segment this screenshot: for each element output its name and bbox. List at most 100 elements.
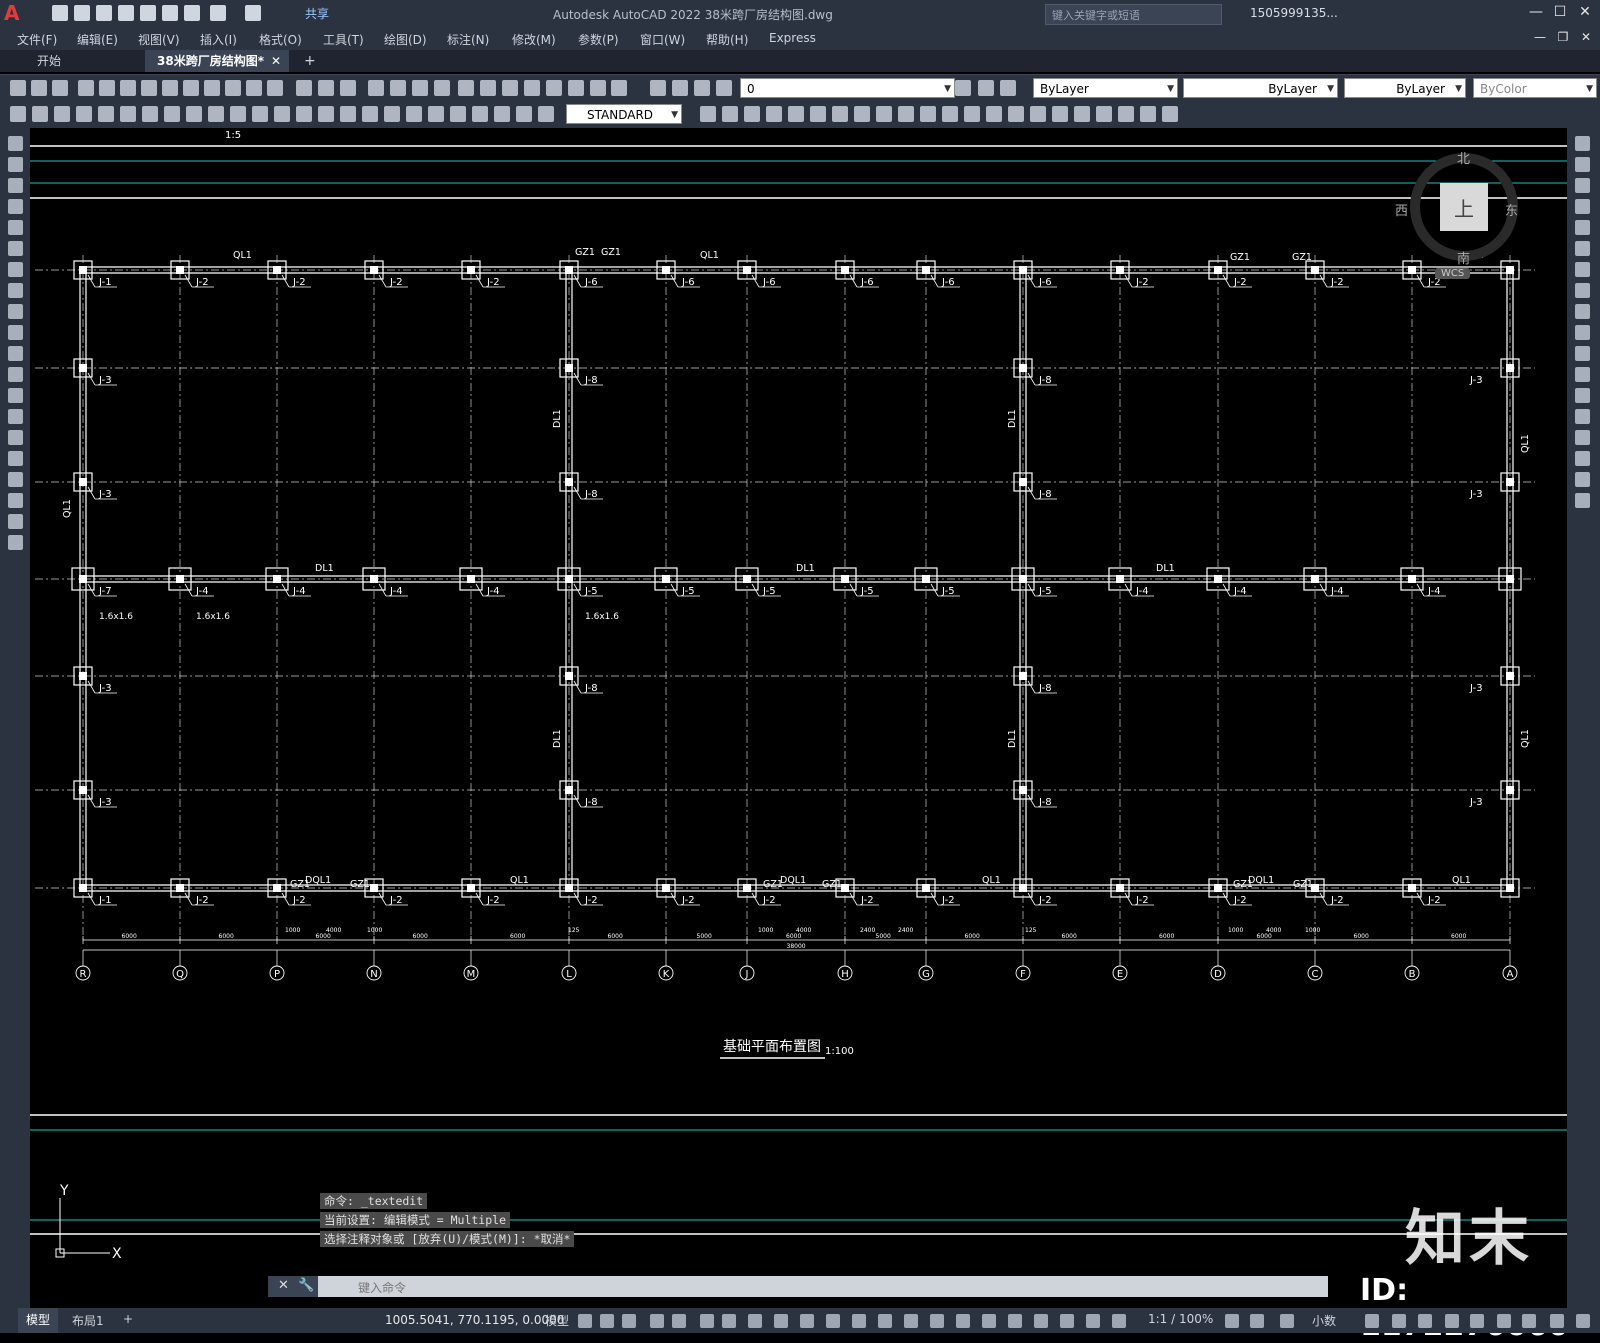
toolbar-tool-icon[interactable] (546, 80, 562, 96)
account-name[interactable]: 1505999135... (1250, 6, 1338, 20)
modify-tool-icon[interactable] (1575, 241, 1590, 256)
open-web-icon[interactable] (140, 5, 156, 21)
menu-express[interactable]: Express (769, 31, 816, 45)
open-file-icon[interactable] (74, 5, 90, 21)
status-toggle-icon[interactable] (1008, 1314, 1022, 1328)
toolbar-tool-icon[interactable] (120, 80, 136, 96)
status-toggle-icon[interactable] (622, 1314, 636, 1328)
save-as-icon[interactable] (118, 5, 134, 21)
viewcube-top-face[interactable]: 上 (1440, 183, 1488, 231)
status-toggle-icon[interactable] (650, 1314, 664, 1328)
dimension-tool-icon[interactable] (340, 106, 356, 122)
status-toggle-icon[interactable] (722, 1314, 736, 1328)
toolbar-tool-icon[interactable] (502, 80, 518, 96)
dimension-tool-icon[interactable] (1140, 106, 1156, 122)
dimension-tool-icon[interactable] (76, 106, 92, 122)
layer-dropdown[interactable]: 0 ▼ (740, 78, 955, 98)
status-toggle-icon[interactable] (1576, 1314, 1590, 1328)
toolbar-tool-icon[interactable] (267, 80, 283, 96)
toolbar-tool-icon[interactable] (246, 80, 262, 96)
draw-tool-icon[interactable] (8, 178, 23, 193)
tab-layout1[interactable]: 布局1 (72, 1312, 104, 1329)
dimension-tool-icon[interactable] (32, 106, 48, 122)
menu-draw[interactable]: 绘图(D) (384, 31, 427, 48)
status-toggle-icon[interactable] (1522, 1314, 1536, 1328)
draw-tool-icon[interactable] (8, 451, 23, 466)
modify-tool-icon[interactable] (1575, 325, 1590, 340)
toolbar-tool-icon[interactable] (694, 80, 710, 96)
minimize-icon[interactable]: — (1526, 4, 1546, 20)
tab-close-icon[interactable]: ✕ (271, 50, 281, 72)
dimension-tool-icon[interactable] (472, 106, 488, 122)
drawing-canvas[interactable]: 1:5 J-1 J-7 J-1 J-2 J-4 J-2 J-2 J-4 J-2 J-2 J-4 J-2… (30, 128, 1569, 1343)
status-toggle-icon[interactable] (852, 1314, 866, 1328)
layer-tool-icon[interactable] (1000, 80, 1016, 96)
dimension-tool-icon[interactable] (700, 106, 716, 122)
new-file-icon[interactable] (52, 5, 68, 21)
text-style-dropdown[interactable]: STANDARD ▼ (566, 104, 682, 124)
add-layout-button[interactable]: + (123, 1312, 133, 1326)
toolbar-tool-icon[interactable] (141, 80, 157, 96)
dimension-tool-icon[interactable] (986, 106, 1002, 122)
doc-restore-icon[interactable]: ❐ (1553, 30, 1573, 44)
dimension-tool-icon[interactable] (142, 106, 158, 122)
annotation-scale[interactable]: 1:1 / 100% (1148, 1312, 1213, 1326)
draw-tool-icon[interactable] (8, 157, 23, 172)
modify-tool-icon[interactable] (1575, 136, 1590, 151)
autocad-logo-icon[interactable]: A (4, 2, 26, 24)
close-icon[interactable]: ✕ (1575, 4, 1595, 20)
dimension-tool-icon[interactable] (186, 106, 202, 122)
modify-tool-icon[interactable] (1575, 388, 1590, 403)
status-toggle-icon[interactable] (1225, 1314, 1239, 1328)
status-toggle-icon[interactable] (600, 1314, 614, 1328)
toolbar-tool-icon[interactable] (434, 80, 450, 96)
status-toggle-icon[interactable] (1497, 1314, 1511, 1328)
new-tab-button[interactable]: + (292, 50, 328, 72)
modify-tool-icon[interactable] (1575, 430, 1590, 445)
toolbar-tool-icon[interactable] (162, 80, 178, 96)
layer-tool-icon[interactable] (978, 80, 994, 96)
status-toggle-icon[interactable] (700, 1314, 714, 1328)
draw-tool-icon[interactable] (8, 472, 23, 487)
save-icon[interactable] (96, 5, 112, 21)
toolbar-tool-icon[interactable] (31, 80, 47, 96)
dimension-tool-icon[interactable] (120, 106, 136, 122)
modify-tool-icon[interactable] (1575, 346, 1590, 361)
dimension-tool-icon[interactable] (54, 106, 70, 122)
modify-tool-icon[interactable] (1575, 220, 1590, 235)
redo-icon[interactable] (245, 5, 261, 21)
toolbar-tool-icon[interactable] (204, 80, 220, 96)
status-toggle-icon[interactable] (1280, 1314, 1294, 1328)
menu-help[interactable]: 帮助(H) (706, 31, 748, 48)
command-input[interactable]: 键入命令 (318, 1276, 1328, 1297)
toolbar-tool-icon[interactable] (390, 80, 406, 96)
help-search-input[interactable]: 键入关键字或短语 (1045, 4, 1222, 25)
dimension-tool-icon[interactable] (10, 106, 26, 122)
dimension-tool-icon[interactable] (538, 106, 554, 122)
compass-south[interactable]: 南 (1457, 248, 1470, 267)
dimension-tool-icon[interactable] (318, 106, 334, 122)
dimension-tool-icon[interactable] (1074, 106, 1090, 122)
layer-tool-icon[interactable] (955, 80, 971, 96)
dimension-tool-icon[interactable] (1008, 106, 1024, 122)
status-toggle-icon[interactable] (1086, 1314, 1100, 1328)
status-toggle-icon[interactable] (826, 1314, 840, 1328)
status-toggle-icon[interactable] (774, 1314, 788, 1328)
toolbar-tool-icon[interactable] (78, 80, 94, 96)
status-toggle-icon[interactable] (1445, 1314, 1459, 1328)
share-button[interactable]: 共享 (305, 5, 329, 22)
dimension-tool-icon[interactable] (964, 106, 980, 122)
dimension-tool-icon[interactable] (406, 106, 422, 122)
dimension-tool-icon[interactable] (296, 106, 312, 122)
toolbar-tool-icon[interactable] (611, 80, 627, 96)
draw-tool-icon[interactable] (8, 136, 23, 151)
draw-tool-icon[interactable] (8, 262, 23, 277)
toolbar-tool-icon[interactable] (672, 80, 688, 96)
menu-view[interactable]: 视图(V) (138, 31, 180, 48)
dimension-tool-icon[interactable] (208, 106, 224, 122)
status-toggle-icon[interactable] (1060, 1314, 1074, 1328)
dimension-tool-icon[interactable] (810, 106, 826, 122)
dimension-tool-icon[interactable] (766, 106, 782, 122)
linetype-dropdown[interactable]: ByLayer ▼ (1183, 78, 1338, 98)
draw-tool-icon[interactable] (8, 325, 23, 340)
